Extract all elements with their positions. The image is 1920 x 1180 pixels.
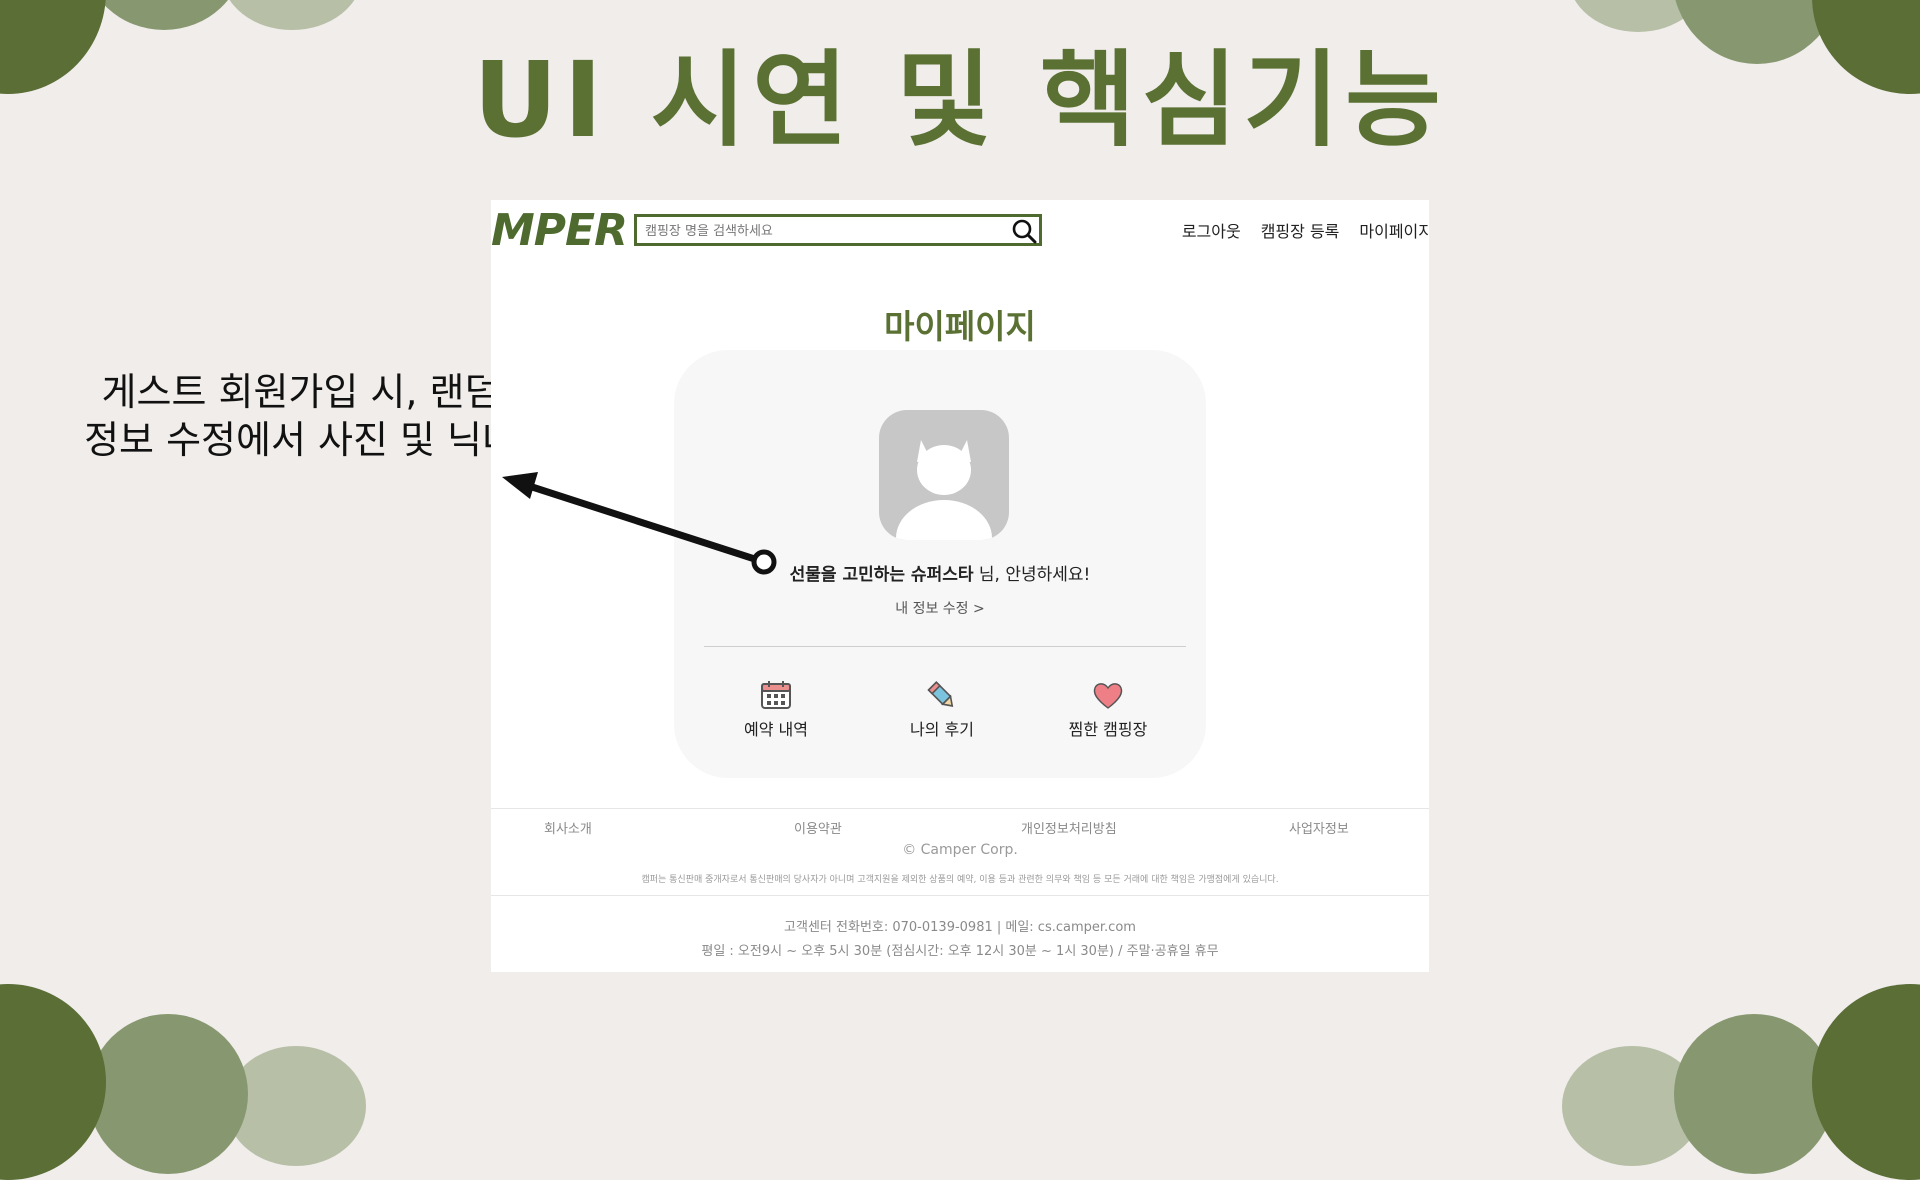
annotation-arrow: [502, 472, 777, 575]
